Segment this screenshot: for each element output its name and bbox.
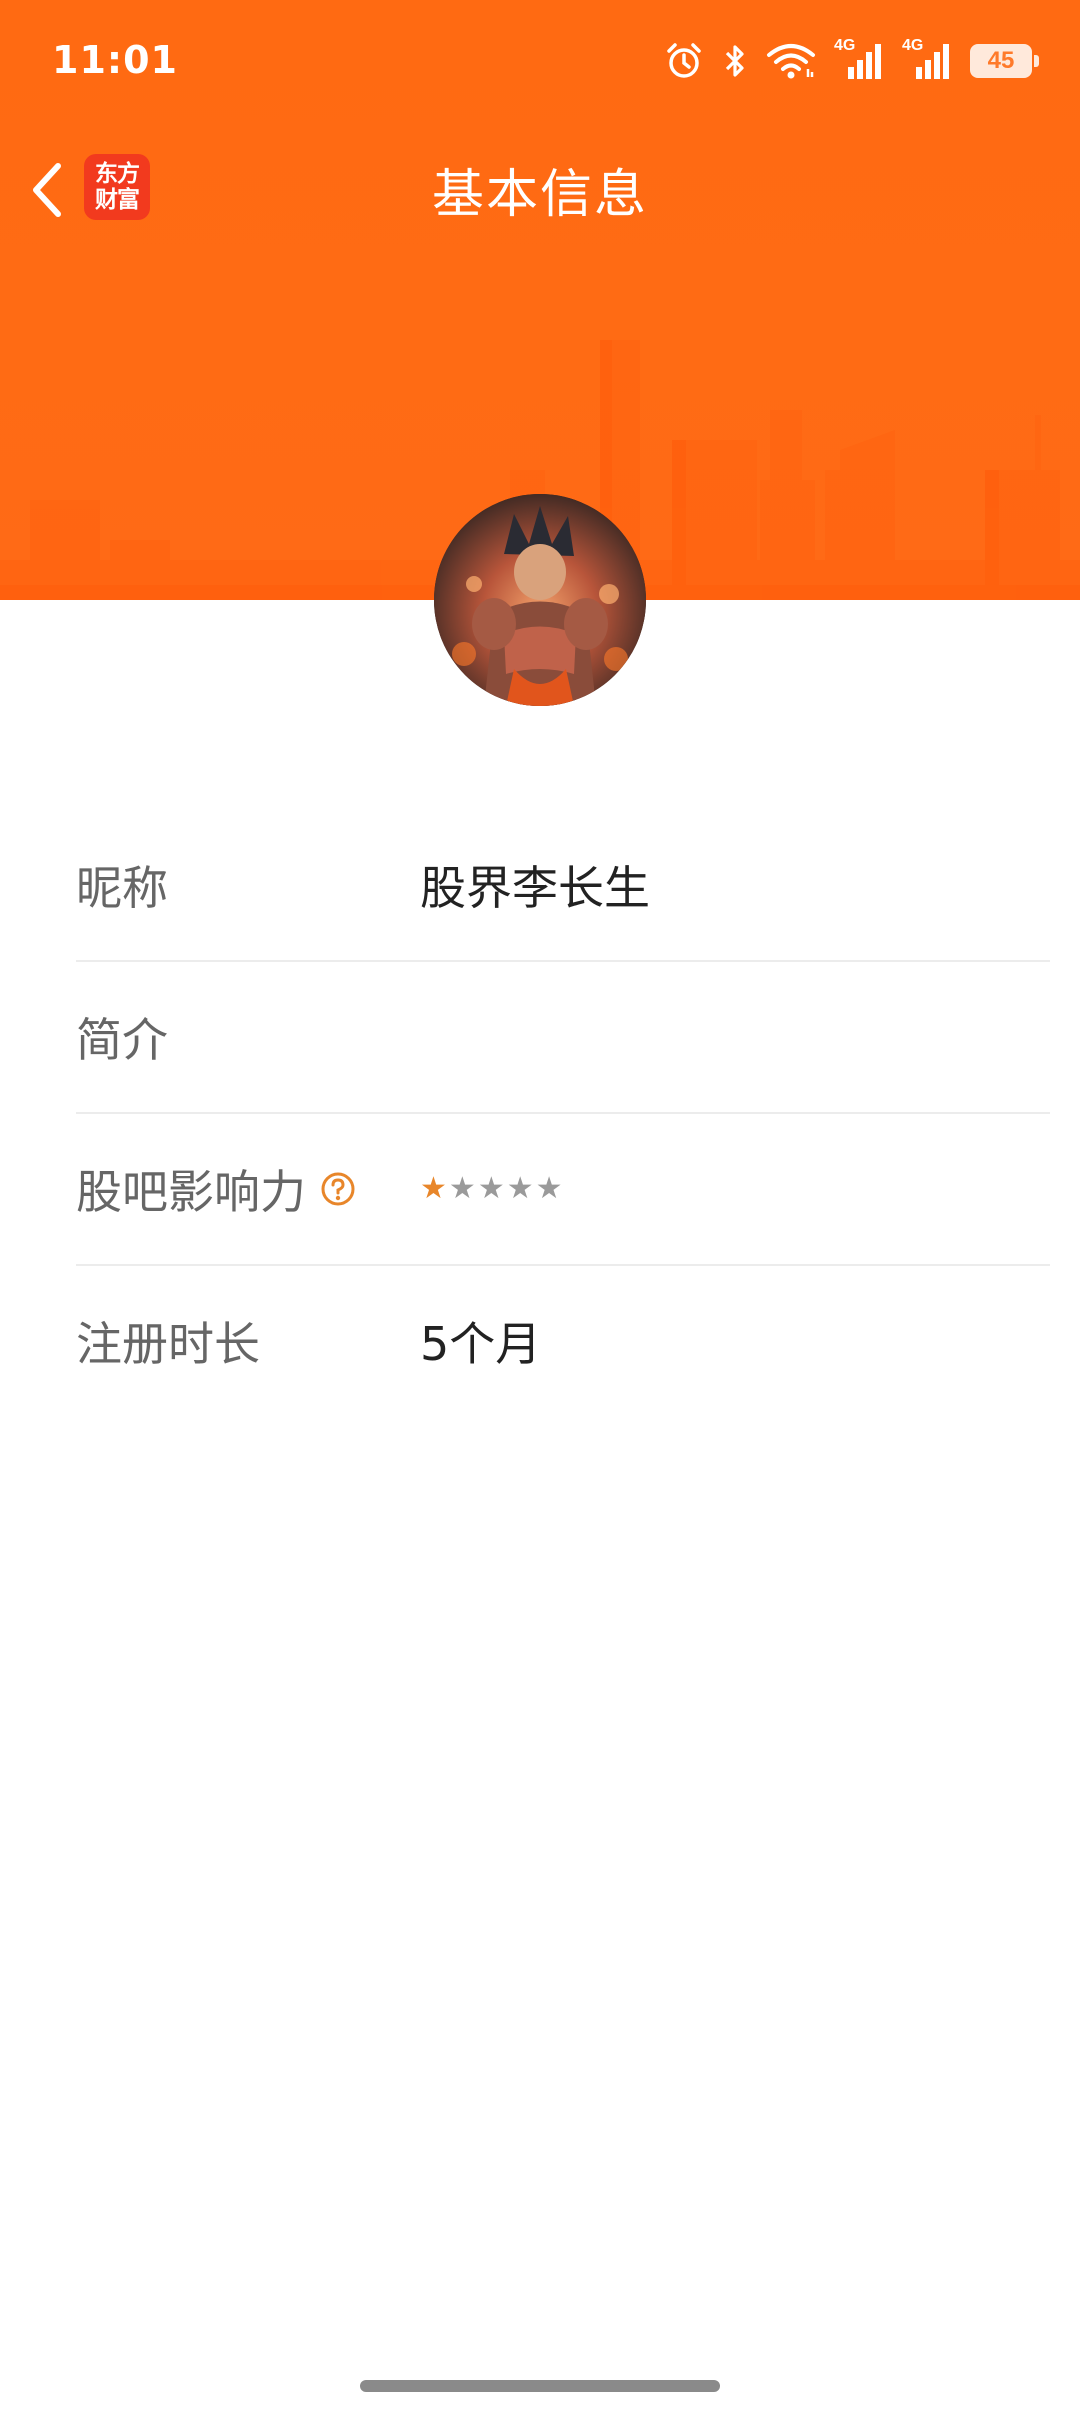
influence-label-group: 股吧影响力 xyxy=(76,1156,356,1222)
profile-basic-info-page: 11:01 4G 4G 45 东方 财富 基本信息 昵称 股界李长生 简介 股吧… xyxy=(0,0,1080,2412)
register-duration-value: 5个月 xyxy=(420,1317,542,1371)
avatar[interactable] xyxy=(434,494,646,706)
status-time: 11:01 xyxy=(52,38,178,82)
status-icons: 4G 4G 45 xyxy=(664,36,1039,86)
nickname-value: 股界李长生 xyxy=(420,861,650,915)
alarm-icon xyxy=(664,41,704,81)
star-empty-icon: ★ xyxy=(477,1171,505,1206)
bio-row[interactable]: 简介 xyxy=(76,962,1050,1114)
status-bar: 11:01 4G 4G 45 xyxy=(0,0,1080,120)
network-type-label: 4G xyxy=(834,37,856,54)
network-type-label: 4G xyxy=(902,37,924,54)
info-list: 昵称 股界李长生 简介 股吧影响力 ★ ★ ★ ★ ★ 注册时长 5个月 xyxy=(76,810,1050,1416)
avatar-image xyxy=(434,494,646,706)
bio-label: 简介 xyxy=(76,1013,168,1067)
influence-row: 股吧影响力 ★ ★ ★ ★ ★ xyxy=(76,1114,1050,1266)
page-title: 基本信息 xyxy=(431,165,648,225)
battery-icon: 45 xyxy=(970,44,1039,78)
influence-label: 股吧影响力 xyxy=(76,1165,306,1219)
nickname-label: 昵称 xyxy=(76,861,168,915)
star-empty-icon: ★ xyxy=(506,1171,534,1206)
help-icon[interactable] xyxy=(320,1171,356,1207)
register-duration-row: 注册时长 5个月 xyxy=(76,1266,1050,1416)
register-duration-label: 注册时长 xyxy=(76,1317,260,1371)
star-filled-icon: ★ xyxy=(420,1171,447,1206)
nickname-row[interactable]: 昵称 股界李长生 xyxy=(76,810,1050,962)
bluetooth-icon xyxy=(722,41,748,81)
battery-level: 45 xyxy=(987,47,1015,74)
influence-stars: ★ ★ ★ ★ ★ xyxy=(420,1174,563,1204)
star-empty-icon: ★ xyxy=(448,1171,476,1206)
home-indicator[interactable] xyxy=(360,2380,720,2392)
wifi-icon xyxy=(766,41,816,81)
signal-4g-icon: 4G xyxy=(834,37,884,81)
signal-4g-icon: 4G xyxy=(902,37,952,81)
star-empty-icon: ★ xyxy=(535,1171,563,1206)
